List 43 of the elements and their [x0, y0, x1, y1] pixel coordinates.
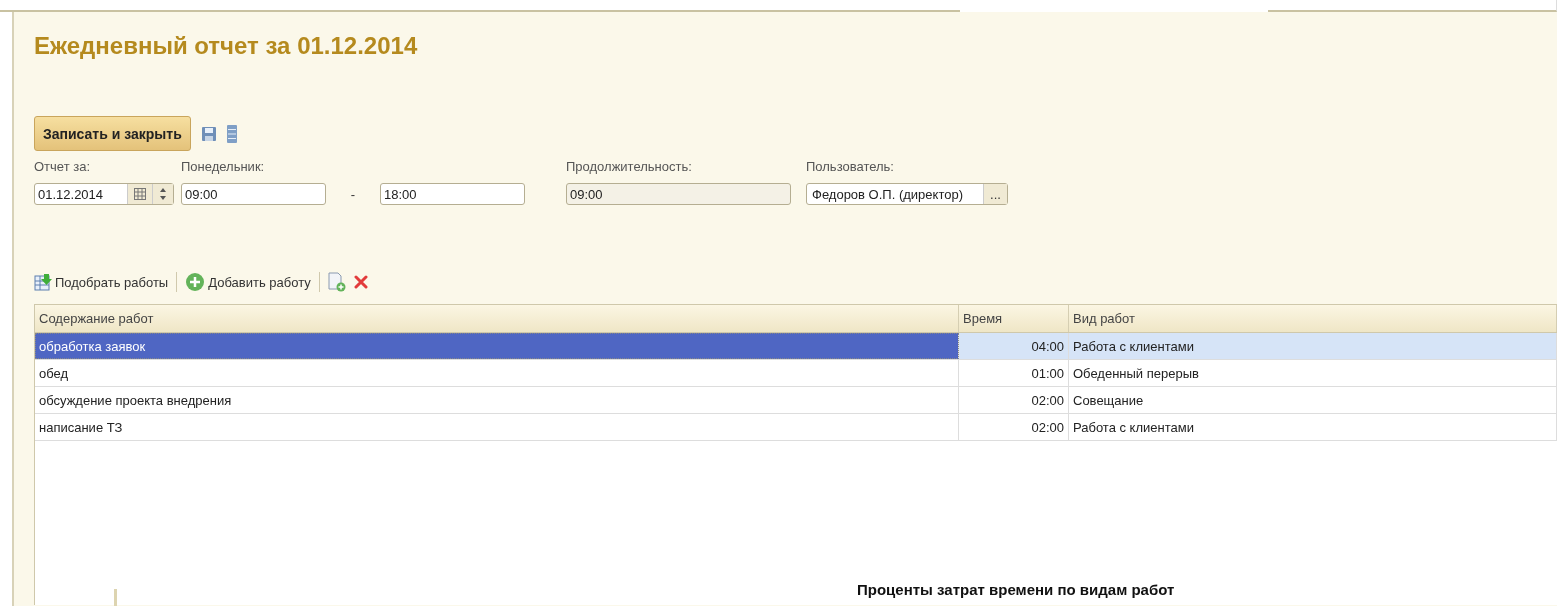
- table-cell: 02:00: [959, 414, 1069, 440]
- table-cell: Работа с клиентами: [1069, 333, 1557, 359]
- table-cell: обсуждение проекта внедрения: [35, 387, 959, 413]
- field-label: Пользователь:: [806, 159, 895, 175]
- add-work-button[interactable]: Добавить работу: [185, 272, 311, 292]
- pick-works-button[interactable]: Подобрать работы: [34, 273, 169, 291]
- table-cell: Работа с клиентами: [1069, 414, 1557, 440]
- chart-heading: Проценты затрат времени по видам работ: [857, 581, 1175, 600]
- table-cell: обработка заявок: [35, 333, 959, 359]
- table-cell: 04:00: [959, 333, 1069, 359]
- column-header[interactable]: Вид работ: [1069, 305, 1557, 332]
- table-row[interactable]: обед 01:00 Обеденный перерыв: [35, 360, 1557, 387]
- field-label: Отчет за:: [34, 159, 91, 175]
- table-cell: написание ТЗ: [35, 414, 959, 440]
- delete-icon[interactable]: [353, 275, 368, 289]
- table-row[interactable]: обсуждение проекта внедрения 02:00 Совещание: [35, 387, 1557, 414]
- table-cell: 01:00: [959, 360, 1069, 386]
- field-label: Понедельник:: [181, 159, 266, 175]
- copy-document-icon[interactable]: [327, 272, 346, 292]
- column-header[interactable]: Время: [959, 305, 1069, 332]
- duration-field: 09:00: [566, 183, 791, 205]
- table-row[interactable]: обработка заявок 04:00 Работа с клиентами: [35, 333, 1557, 360]
- plus-circle-icon: [185, 272, 206, 292]
- save-close-button[interactable]: Записать и закрыть: [34, 116, 191, 151]
- date-field[interactable]: 01.12.2014: [34, 183, 174, 205]
- form-title: Ежедневный отчет за 01.12.2014: [34, 31, 419, 61]
- column-header[interactable]: Содержание работ: [35, 305, 959, 332]
- table-cell: обед: [35, 360, 959, 386]
- range-dash: -: [349, 186, 357, 202]
- field-label: Продолжительность:: [566, 159, 693, 175]
- list-icon[interactable]: [226, 124, 237, 143]
- start-time-field[interactable]: 09:00: [181, 183, 326, 205]
- user-field[interactable]: Федоров О.П. (директор) ...: [806, 183, 1008, 205]
- calendar-icon[interactable]: [134, 188, 146, 200]
- end-time-field[interactable]: 18:00: [380, 183, 525, 205]
- table-arrow-icon: [34, 273, 52, 291]
- table-cell: Совещание: [1069, 387, 1557, 413]
- table-row[interactable]: написание ТЗ 02:00 Работа с клиентами: [35, 414, 1557, 441]
- table-cell: 02:00: [959, 387, 1069, 413]
- save-icon[interactable]: [200, 125, 217, 142]
- spinner-icon[interactable]: [159, 187, 167, 201]
- select-button[interactable]: ...: [983, 184, 1007, 204]
- table-cell: Обеденный перерыв: [1069, 360, 1557, 386]
